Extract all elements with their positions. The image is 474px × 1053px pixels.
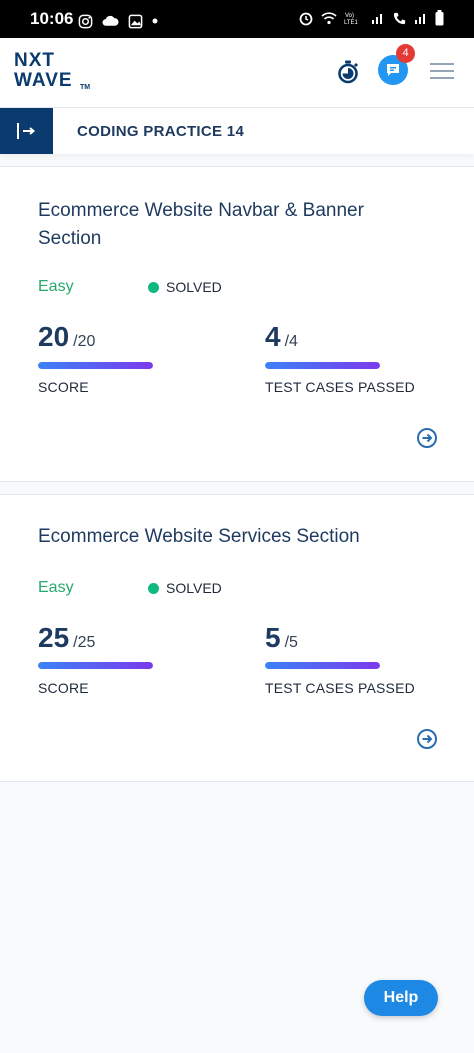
practice-header: CODING PRACTICE 14 [0, 108, 474, 154]
score-total: /25 [73, 634, 96, 651]
score-label: SCORE [38, 680, 89, 696]
status-bar: 10:06 Vo) LTE1 [0, 0, 474, 38]
difficulty-label: Easy [38, 579, 74, 596]
logo-line-1: NXT [14, 50, 55, 71]
test-cases-value: 4/4 [265, 321, 298, 353]
difficulty-label: Easy [38, 278, 74, 295]
score-value: 25/25 [38, 622, 95, 654]
status-right-icons: Vo) LTE1 [298, 10, 444, 26]
logo-line-2: WAVE [14, 70, 73, 91]
signal-icon [415, 14, 425, 24]
test-cases-label: TEST CASES PASSED [265, 680, 415, 696]
signal-icon [372, 14, 382, 24]
open-problem-arrow-icon[interactable] [416, 427, 438, 449]
svg-text:LTE1: LTE1 [344, 20, 359, 26]
practice-title: CODING PRACTICE 14 [77, 123, 245, 140]
problem-title[interactable]: Ecommerce Website Navbar & Banner Sectio… [38, 197, 418, 253]
arrow-right-to-bar-icon [17, 123, 36, 139]
score-obtained: 20 [38, 321, 70, 352]
battery-icon [435, 10, 444, 26]
status-time: 10:06 [30, 9, 74, 28]
status-badge: SOLVED [148, 279, 222, 295]
nxtwave-logo[interactable]: NXT WAVE TM [14, 51, 94, 95]
solved-dot-icon [148, 582, 159, 594]
status-text: SOLVED [166, 580, 222, 596]
test-cases-passed: 5 [265, 622, 281, 653]
test-cases-passed: 4 [265, 321, 281, 352]
score-progress-bar [38, 662, 153, 669]
logo-trademark: TM [80, 84, 91, 91]
help-button[interactable]: Help [364, 980, 438, 1016]
test-cases-total: /4 [284, 333, 298, 350]
gallery-icon [128, 14, 143, 29]
volte-icon: Vo)LTE1 [344, 13, 359, 26]
test-cases-progress-bar [265, 662, 380, 669]
status-badge: SOLVED [148, 580, 222, 596]
test-cases-total: /5 [284, 634, 298, 651]
score-total: /20 [73, 333, 96, 350]
notification-badge: 4 [396, 44, 415, 63]
stopwatch-icon[interactable] [337, 60, 359, 84]
status-left-icons [78, 12, 158, 29]
problem-card[interactable]: Ecommerce Website Navbar & Banner Sectio… [0, 166, 474, 482]
test-cases-value: 5/5 [265, 622, 298, 654]
test-cases-label: TEST CASES PASSED [265, 379, 415, 395]
status-text: SOLVED [166, 279, 222, 295]
problem-title[interactable]: Ecommerce Website Services Section [38, 523, 418, 551]
instagram-icon [78, 14, 93, 29]
score-value: 20/20 [38, 321, 95, 353]
svg-text:Vo): Vo) [345, 13, 354, 19]
wifi-icon [321, 12, 337, 25]
score-progress-bar [38, 362, 153, 369]
chat-icon [387, 64, 399, 76]
cloud-icon [102, 16, 119, 27]
hamburger-menu-icon[interactable] [430, 63, 454, 81]
dot-icon [152, 18, 158, 24]
problem-card[interactable]: Ecommerce Website Services Section Easy … [0, 494, 474, 782]
score-label: SCORE [38, 379, 89, 395]
expand-sidebar-button[interactable] [0, 108, 53, 154]
test-cases-progress-bar [265, 362, 380, 369]
app-header: NXT WAVE TM 4 [0, 38, 474, 108]
open-problem-arrow-icon[interactable] [416, 728, 438, 750]
alarm-icon [299, 12, 313, 26]
call-icon [393, 12, 406, 24]
score-obtained: 25 [38, 622, 70, 653]
solved-dot-icon [148, 281, 159, 293]
